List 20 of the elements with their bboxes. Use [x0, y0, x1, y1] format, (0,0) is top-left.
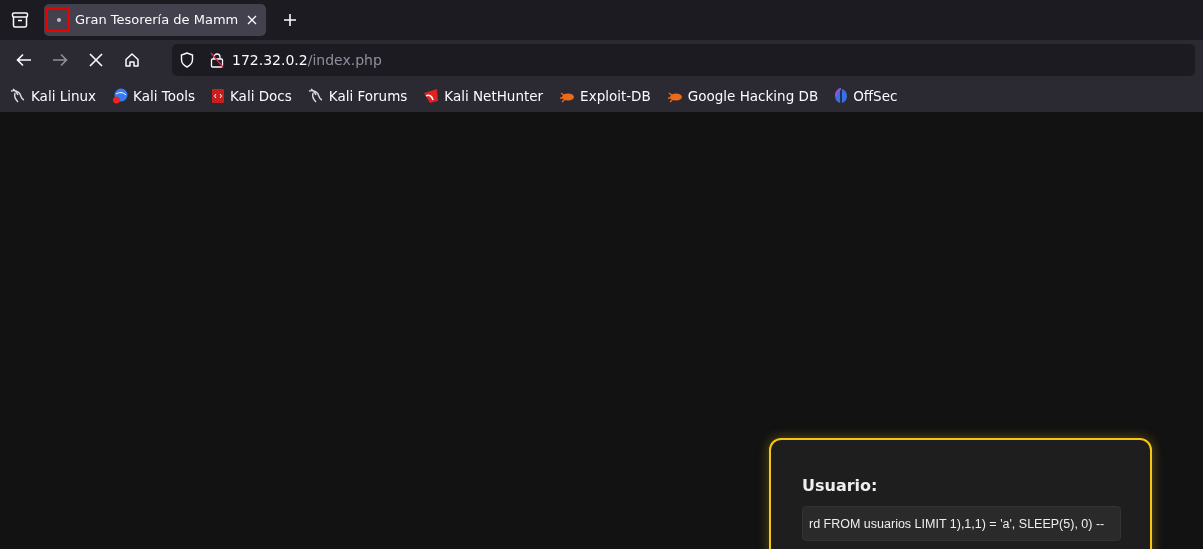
tab-title: Gran Tesorería de Mamm — [75, 11, 240, 30]
bookmark-link[interactable]: Google Hacking DB — [666, 85, 819, 107]
url-text: 172.32.0.2/index.php — [232, 50, 382, 70]
bookmark-link[interactable]: Kali NetHunter — [423, 85, 544, 107]
bookmark-link[interactable]: Kali Linux — [10, 85, 97, 107]
bookmark-link[interactable]: Exploit-DB — [559, 85, 651, 107]
highlight-frame — [46, 7, 70, 32]
browser-tab[interactable]: Gran Tesorería de Mamm — [44, 4, 266, 36]
book-icon — [211, 88, 225, 104]
bookmark-link[interactable]: Kali Tools — [112, 85, 195, 107]
circle-logo-icon — [834, 88, 849, 104]
address-bar[interactable]: 172.32.0.2/index.php — [172, 44, 1195, 76]
bookmark-link[interactable]: OffSec — [834, 85, 898, 107]
bookmark-link[interactable]: Kali Docs — [211, 85, 292, 107]
insecure-lock-icon — [210, 52, 224, 68]
globe-icon — [112, 88, 129, 104]
user-label: Usuario: — [802, 475, 878, 497]
bookmark-link[interactable]: Kali Forums — [307, 85, 408, 107]
shield-icon — [180, 52, 194, 68]
user-input-field[interactable]: rd FROM usuarios LIMIT 1),1,1) = 'a', SLEEP(5), 0) -- — [802, 506, 1121, 541]
